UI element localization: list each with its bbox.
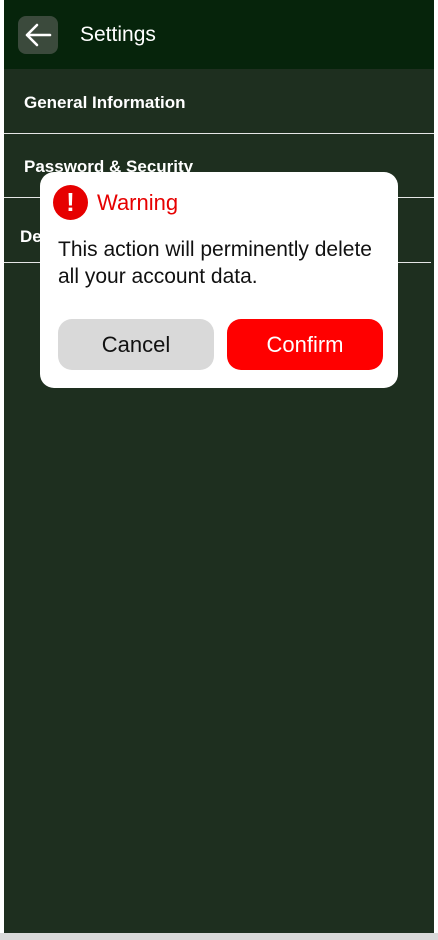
confirm-button[interactable]: Confirm: [227, 319, 383, 370]
exclamation-icon: !: [53, 185, 88, 220]
right-frame: [434, 0, 438, 933]
menu-item-general-information[interactable]: General Information: [4, 70, 434, 134]
dialog-message: This action will perminently delete all …: [58, 238, 372, 288]
bottom-frame: [0, 933, 438, 940]
app-header: Settings: [4, 0, 434, 69]
arrow-left-icon: [25, 23, 52, 47]
page-title: Settings: [80, 23, 156, 46]
settings-screen: Settings General Information Password & …: [4, 0, 434, 933]
back-button[interactable]: [18, 16, 58, 54]
warning-dialog: ! Warning This action will perminently d…: [40, 172, 398, 388]
dialog-title: Warning: [97, 190, 179, 215]
menu-item-label: General Information: [24, 93, 186, 112]
cancel-button[interactable]: Cancel: [58, 319, 214, 370]
